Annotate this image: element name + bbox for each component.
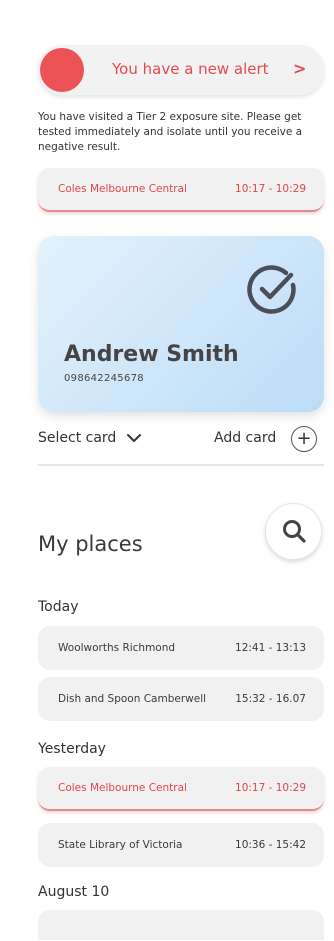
chevron-down-icon[interactable] [126, 432, 142, 444]
select-card-button[interactable]: Select card [38, 430, 116, 446]
alert-title: You have a new alert [112, 60, 269, 78]
section-label-august-10: August 10 [38, 884, 110, 900]
visit-place: Coles Melbourne Central [58, 782, 187, 794]
card-number: 098642245678 [64, 373, 144, 384]
section-label-today: Today [38, 599, 79, 615]
plus-circle-icon[interactable]: + [291, 426, 317, 452]
list-item[interactable] [38, 910, 324, 940]
chevron-right-icon[interactable]: > [293, 59, 306, 78]
page-title: My places [38, 532, 143, 556]
visit-place: Woolworths Richmond [58, 642, 176, 654]
visit-time: 12:41 - 13:13 [235, 642, 306, 654]
search-icon [283, 520, 306, 543]
alert-message: You have visited a Tier 2 exposure site.… [38, 111, 303, 153]
check-circle-icon [247, 265, 296, 314]
section-label-yesterday: Yesterday [38, 741, 106, 757]
visit-place: Dish and Spoon Camberwell [58, 693, 207, 705]
visit-time: 15:32 - 16.07 [235, 693, 306, 705]
visit-place: State Library of Victoria [58, 839, 183, 851]
visit-time: 10:36 - 15:42 [235, 839, 306, 851]
visit-time: 10:17 - 10:29 [235, 782, 306, 794]
visit-place: Coles Melbourne Central [58, 183, 187, 195]
plus-symbol: + [296, 428, 312, 449]
list-item[interactable]: Woolworths Richmond 12:41 - 13:13 [38, 626, 324, 670]
list-item[interactable]: State Library of Victoria 10:36 - 15:42 [38, 823, 324, 867]
card-holder-name: Andrew Smith [64, 342, 239, 367]
alert-visit-row[interactable]: Coles Melbourne Central 10:17 - 10:29 [38, 168, 324, 212]
red-circle-icon [40, 48, 84, 92]
list-item-alert[interactable]: Coles Melbourne Central 10:17 - 10:29 [38, 767, 324, 811]
add-card-label[interactable]: Add card [214, 430, 276, 446]
visit-time: 10:17 - 10:29 [235, 183, 306, 195]
divider [38, 464, 324, 466]
list-item[interactable]: Dish and Spoon Camberwell 15:32 - 16.07 [38, 677, 324, 721]
